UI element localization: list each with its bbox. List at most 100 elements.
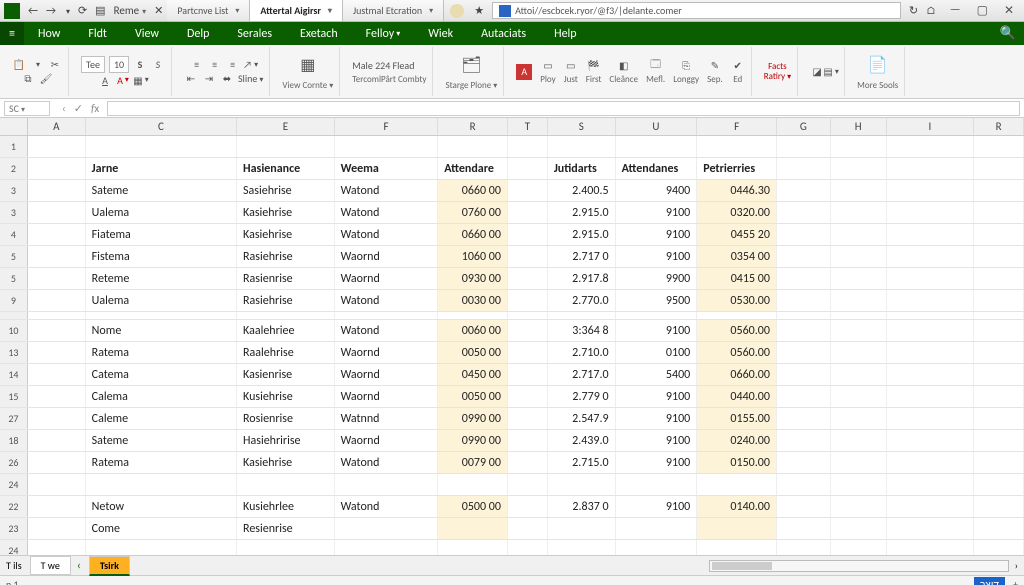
col-header-r[interactable]: R: [438, 118, 508, 135]
cell[interactable]: [28, 364, 86, 385]
row-header[interactable]: 4: [0, 224, 28, 245]
row-header[interactable]: 15: [0, 386, 28, 407]
cell[interactable]: 9100: [616, 496, 698, 517]
nav-back-icon[interactable]: ←: [24, 4, 42, 17]
cell[interactable]: [438, 540, 508, 555]
close-small-icon[interactable]: ✕: [150, 4, 167, 17]
tool-icon-3[interactable]: ◧: [617, 58, 631, 72]
col-header-h[interactable]: H: [831, 118, 887, 135]
cell[interactable]: [28, 290, 86, 311]
col-header-s[interactable]: S: [548, 118, 616, 135]
cell[interactable]: [831, 224, 887, 245]
cell[interactable]: [887, 364, 975, 385]
cell[interactable]: Ualema: [86, 290, 237, 311]
maximize-button[interactable]: ▢: [971, 3, 994, 18]
avatar-icon[interactable]: [450, 4, 464, 18]
row-header[interactable]: 5: [0, 246, 28, 267]
cell[interactable]: Watond: [335, 452, 439, 473]
zoom-indicator[interactable]: דוצר: [974, 577, 1005, 585]
row-header[interactable]: 27: [0, 408, 28, 429]
cell[interactable]: [887, 246, 975, 267]
cell[interactable]: [508, 386, 548, 407]
cell[interactable]: [974, 268, 1024, 289]
titlebar-tab-0[interactable]: Partcnve List: [167, 0, 250, 21]
ribbon-search-icon[interactable]: 🔍: [992, 26, 1024, 41]
cell[interactable]: [335, 136, 439, 157]
cell[interactable]: [831, 268, 887, 289]
row-header[interactable]: 14: [0, 364, 28, 385]
cell[interactable]: 2.710.0: [548, 342, 616, 363]
cell[interactable]: [86, 312, 237, 319]
view-icon[interactable]: ▦: [295, 52, 321, 78]
cell[interactable]: [777, 180, 831, 201]
cell[interactable]: [616, 136, 698, 157]
cell[interactable]: [508, 474, 548, 495]
cell[interactable]: 2.917.8: [548, 268, 616, 289]
cell[interactable]: 9100: [616, 452, 698, 473]
wrap-text[interactable]: Sline: [238, 72, 263, 85]
cell[interactable]: 0440.00: [697, 386, 777, 407]
cell[interactable]: [508, 290, 548, 311]
cell[interactable]: [28, 518, 86, 539]
cell[interactable]: 0560.00: [697, 342, 777, 363]
cell[interactable]: [28, 246, 86, 267]
cell[interactable]: [508, 202, 548, 223]
cell[interactable]: 2.915.0: [548, 224, 616, 245]
cell[interactable]: 2.715.0: [548, 452, 616, 473]
cell[interactable]: [831, 518, 887, 539]
row-header[interactable]: 1: [0, 136, 28, 157]
col-header-e[interactable]: E: [237, 118, 335, 135]
cell[interactable]: 0660 00: [438, 180, 508, 201]
cell[interactable]: [508, 180, 548, 201]
cell[interactable]: 1060 00: [438, 246, 508, 267]
cell[interactable]: [508, 408, 548, 429]
cell[interactable]: [777, 474, 831, 495]
ribbon-tab-8[interactable]: Autaciats: [467, 22, 540, 45]
cell[interactable]: [777, 518, 831, 539]
cell[interactable]: [777, 452, 831, 473]
cell[interactable]: Kasiehrise: [237, 452, 335, 473]
cell[interactable]: [697, 540, 777, 555]
cell[interactable]: [335, 518, 439, 539]
cell[interactable]: 0450 00: [438, 364, 508, 385]
cell[interactable]: [887, 312, 975, 319]
cell[interactable]: [974, 180, 1024, 201]
indent-inc-icon[interactable]: ⇥: [202, 72, 216, 86]
more-icon[interactable]: 📄: [865, 52, 891, 78]
nav-fwd-icon[interactable]: →: [42, 4, 60, 17]
tool-icon-a[interactable]: A: [516, 64, 532, 80]
format-painter-icon[interactable]: 🖌: [39, 72, 53, 86]
cell[interactable]: Caleme: [86, 408, 237, 429]
cell[interactable]: [28, 386, 86, 407]
cell[interactable]: Jutidarts: [548, 158, 616, 179]
cell[interactable]: [697, 518, 777, 539]
cell[interactable]: [777, 408, 831, 429]
fx-cancel-icon[interactable]: ‹: [62, 102, 66, 115]
cell[interactable]: [28, 540, 86, 555]
cell[interactable]: [887, 430, 975, 451]
cell[interactable]: 9500: [616, 290, 698, 311]
tool-icon-4[interactable]: 🗔: [649, 58, 663, 72]
col-header-u[interactable]: U: [616, 118, 698, 135]
cell[interactable]: 0990 00: [438, 430, 508, 451]
cell[interactable]: [777, 496, 831, 517]
cell[interactable]: [777, 136, 831, 157]
cell[interactable]: Petrierries: [697, 158, 777, 179]
cell[interactable]: [28, 408, 86, 429]
cell[interactable]: [508, 312, 548, 319]
cell[interactable]: [335, 474, 439, 495]
cell[interactable]: 5400: [616, 364, 698, 385]
cell[interactable]: 2.547.9: [548, 408, 616, 429]
cell[interactable]: [831, 158, 887, 179]
cell[interactable]: Rasiehrise: [237, 246, 335, 267]
row-header[interactable]: 2: [0, 158, 28, 179]
cell[interactable]: 9100: [616, 408, 698, 429]
fx-icon[interactable]: fx: [91, 102, 99, 115]
cell[interactable]: Kusiehrlee: [237, 496, 335, 517]
cell[interactable]: [28, 342, 86, 363]
ribbon-tab-7[interactable]: Wiek: [414, 22, 467, 45]
row-header[interactable]: 13: [0, 342, 28, 363]
cell[interactable]: Raalehrise: [237, 342, 335, 363]
cell[interactable]: Rasiehrise: [237, 290, 335, 311]
cell[interactable]: Weema: [335, 158, 439, 179]
